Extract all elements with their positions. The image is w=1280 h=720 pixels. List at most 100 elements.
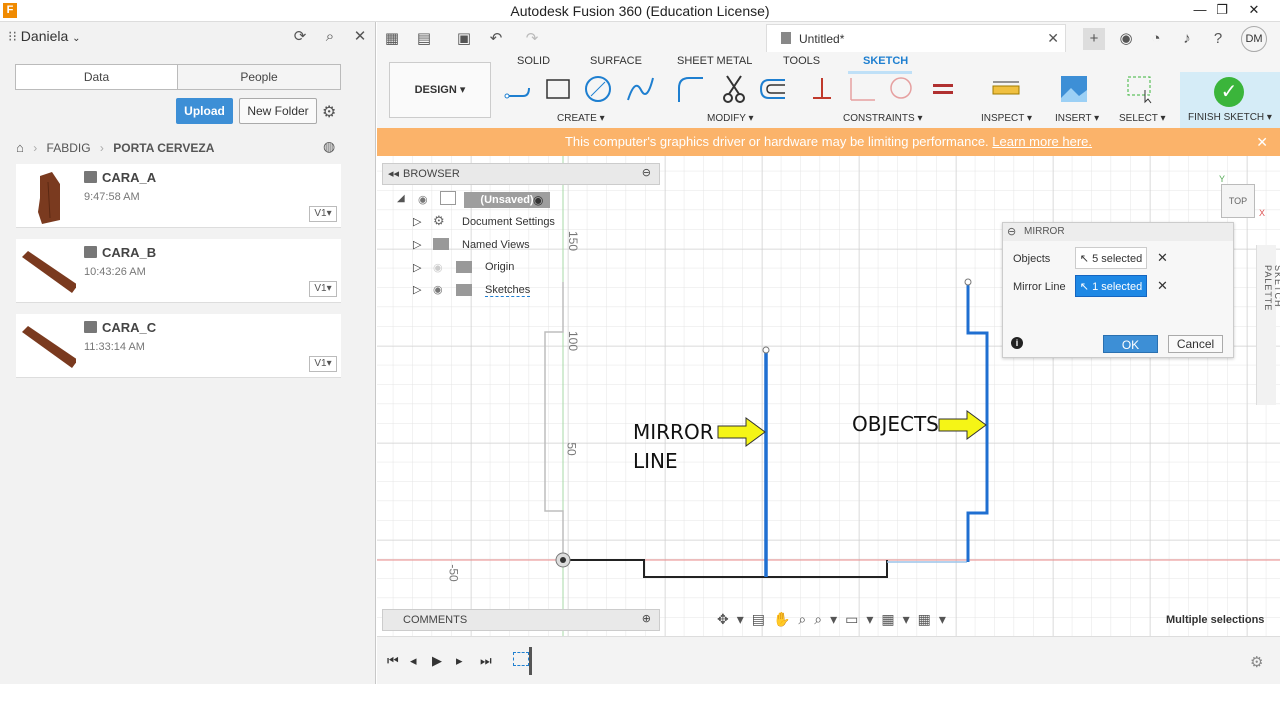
- browser-item-sketches[interactable]: Sketches: [485, 284, 531, 297]
- mirror-line-selection-button[interactable]: ↖ 1 selected: [1075, 275, 1147, 297]
- save-icon[interactable]: ▣: [453, 28, 475, 50]
- eye-icon[interactable]: ◉: [433, 283, 443, 296]
- learn-more-link[interactable]: Learn more here.: [992, 134, 1092, 149]
- tab-tools[interactable]: TOOLS: [783, 55, 820, 67]
- measure-icon[interactable]: [991, 74, 1021, 104]
- sketch-palette-tab[interactable]: SKETCH PALETTE: [1256, 245, 1280, 405]
- close-window-button[interactable]: ✕: [1240, 0, 1268, 22]
- close-panel-icon[interactable]: ✕: [350, 27, 370, 47]
- browser-panel-header[interactable]: ◂◂ BROWSER ⊖: [382, 163, 660, 185]
- extensions-icon[interactable]: ◉: [1115, 28, 1137, 50]
- comments-panel[interactable]: COMMENTS ⊕: [382, 609, 660, 631]
- activate-radio-icon[interactable]: ◉: [533, 193, 543, 207]
- eye-hidden-icon[interactable]: ◉: [433, 261, 443, 274]
- select-box-icon[interactable]: [1125, 74, 1155, 104]
- expand-triangle-icon[interactable]: ▷: [413, 283, 421, 296]
- document-tab[interactable]: Untitled* ✕: [766, 24, 1066, 52]
- workspace-switcher[interactable]: DESIGN ▾: [389, 62, 491, 118]
- info-icon[interactable]: i: [1011, 337, 1023, 349]
- insert-menu[interactable]: INSERT ▾: [1055, 113, 1099, 124]
- create-menu[interactable]: CREATE ▾: [557, 113, 605, 124]
- tab-surface[interactable]: SURFACE: [590, 55, 642, 67]
- go-to-start-icon[interactable]: ⏮: [387, 653, 399, 669]
- clear-objects-icon[interactable]: ✕: [1157, 250, 1168, 266]
- finish-sketch-button[interactable]: ✓ FINISH SKETCH ▾: [1180, 72, 1280, 128]
- new-folder-button[interactable]: New Folder: [239, 98, 317, 124]
- select-menu[interactable]: SELECT ▾: [1119, 113, 1166, 124]
- spline-tool-icon[interactable]: [625, 74, 655, 104]
- step-back-icon[interactable]: ◂: [410, 653, 417, 669]
- home-icon[interactable]: ⌂: [16, 140, 24, 155]
- browser-item-document-settings[interactable]: Document Settings: [462, 216, 555, 228]
- tab-people[interactable]: People: [178, 65, 340, 89]
- tab-sketch[interactable]: SKETCH: [863, 55, 908, 67]
- globe-icon[interactable]: ◍: [323, 138, 335, 155]
- collapse-icon[interactable]: ◂◂: [388, 167, 399, 180]
- search-icon[interactable]: ⌕: [320, 27, 340, 47]
- expand-triangle-icon[interactable]: ▷: [413, 215, 421, 228]
- step-forward-icon[interactable]: ▸: [456, 653, 463, 669]
- refresh-icon[interactable]: ⟳: [290, 27, 310, 47]
- sketch-feature-icon[interactable]: [513, 652, 529, 666]
- perpendicular-constraint-icon[interactable]: [807, 74, 837, 104]
- close-warning-icon[interactable]: ✕: [1256, 128, 1268, 156]
- browser-item-named-views[interactable]: Named Views: [462, 239, 530, 251]
- file-menu-icon[interactable]: ▤: [413, 28, 435, 50]
- tangent-constraint-icon[interactable]: [885, 74, 915, 104]
- breadcrumb-porta-cerveza[interactable]: PORTA CERVEZA: [113, 141, 214, 155]
- breadcrumb-fabdig[interactable]: FABDIG: [47, 141, 91, 155]
- go-to-end-icon[interactable]: ⏭: [480, 653, 492, 669]
- job-status-icon[interactable]: ◔: [1145, 28, 1167, 50]
- new-tab-icon[interactable]: +: [1083, 28, 1105, 50]
- version-badge[interactable]: V1▾: [309, 356, 337, 372]
- objects-selection-button[interactable]: ↖ 5 selected: [1075, 247, 1147, 269]
- insert-image-icon[interactable]: [1059, 74, 1089, 104]
- close-tab-icon[interactable]: ✕: [1047, 30, 1059, 47]
- tab-sheet-metal[interactable]: SHEET METAL: [677, 55, 752, 67]
- clear-mirror-line-icon[interactable]: ✕: [1157, 278, 1168, 294]
- cancel-button[interactable]: Cancel: [1168, 335, 1223, 353]
- upload-button[interactable]: Upload: [176, 98, 233, 124]
- maximize-button[interactable]: ❐: [1208, 0, 1236, 22]
- settings-gear-icon[interactable]: ⚙: [322, 102, 336, 122]
- expand-triangle-icon[interactable]: ◢: [397, 193, 405, 204]
- version-badge[interactable]: V1▾: [309, 206, 337, 222]
- modify-menu[interactable]: MODIFY ▾: [707, 113, 754, 124]
- tab-solid[interactable]: SOLID: [517, 55, 550, 67]
- expand-triangle-icon[interactable]: ▷: [413, 238, 421, 251]
- navigation-bar[interactable]: ✥▾▤✋⌕⌕▾▭▾▦▾▦▾: [717, 611, 954, 628]
- user-avatar[interactable]: DM: [1241, 26, 1267, 52]
- ok-button[interactable]: OK: [1103, 335, 1158, 353]
- coincident-constraint-icon[interactable]: [847, 74, 877, 104]
- view-cube[interactable]: TOP: [1221, 184, 1255, 218]
- inspect-menu[interactable]: INSPECT ▾: [981, 113, 1032, 124]
- minimize-browser-icon[interactable]: ⊖: [642, 166, 651, 179]
- equal-constraint-icon[interactable]: [929, 74, 959, 104]
- user-menu[interactable]: ⁝⁝ Daniela ⌄: [8, 28, 81, 45]
- redo-icon[interactable]: ↷: [521, 28, 543, 50]
- constraints-menu[interactable]: CONSTRAINTS ▾: [843, 113, 922, 124]
- timeline-settings-gear-icon[interactable]: ⚙: [1250, 653, 1263, 671]
- collapse-dialog-icon[interactable]: ⊖: [1007, 225, 1016, 238]
- version-badge[interactable]: V1▾: [309, 281, 337, 297]
- help-icon[interactable]: ?: [1207, 28, 1229, 50]
- undo-icon[interactable]: ↶: [485, 28, 507, 50]
- circle-tool-icon[interactable]: [583, 74, 613, 104]
- expand-triangle-icon[interactable]: ▷: [413, 261, 421, 274]
- tab-data[interactable]: Data: [16, 65, 178, 89]
- file-card[interactable]: CARA_B 10:43:26 AM V1▾: [16, 239, 341, 303]
- file-card[interactable]: CARA_C 11:33:14 AM V1▾: [16, 314, 341, 378]
- trim-tool-icon[interactable]: [719, 74, 749, 104]
- fillet-tool-icon[interactable]: [675, 74, 705, 104]
- add-comment-icon[interactable]: ⊕: [642, 612, 651, 625]
- timeline-marker[interactable]: [529, 647, 532, 675]
- rectangle-tool-icon[interactable]: [543, 74, 573, 104]
- grid-menu-icon[interactable]: ▦: [381, 28, 403, 50]
- notifications-bell-icon[interactable]: ♪: [1176, 28, 1198, 50]
- play-icon[interactable]: ▶: [432, 653, 442, 669]
- eye-icon[interactable]: ◉: [418, 193, 428, 206]
- file-card[interactable]: CARA_A 9:47:58 AM V1▾: [16, 164, 341, 228]
- line-tool-icon[interactable]: [503, 74, 533, 104]
- browser-item-origin[interactable]: Origin: [485, 261, 514, 273]
- offset-tool-icon[interactable]: [757, 74, 787, 104]
